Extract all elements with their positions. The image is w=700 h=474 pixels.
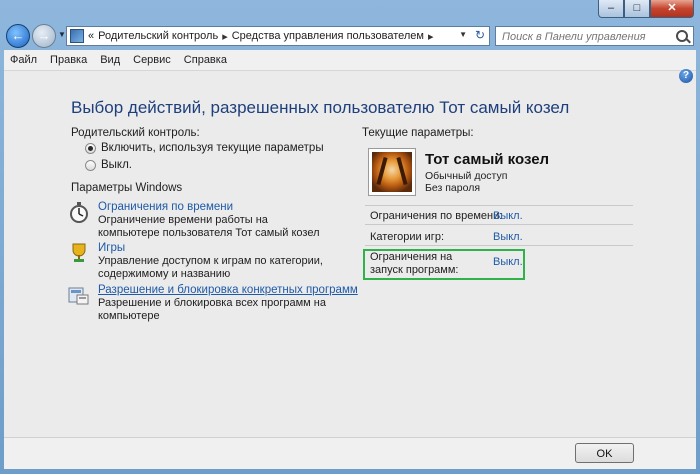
address-dropdown-icon[interactable]: ▼ <box>459 30 467 39</box>
menu-help[interactable]: Справка <box>178 54 234 66</box>
time-limits-description: Ограничение времени работы на компьютере… <box>98 214 320 239</box>
navigation-bar: ← → ▼ « Родительский контроль ▸ Средства… <box>0 22 700 50</box>
recent-pages-dropdown-icon[interactable]: ▼ <box>58 30 66 39</box>
radio-off-row[interactable]: Выкл. <box>85 159 132 171</box>
content-pane: ? Выбор действий, разрешенных пользовате… <box>4 69 696 469</box>
program-limits-highlight <box>363 249 525 280</box>
programs-description: Разрешение и блокировка всех программ на… <box>98 297 326 322</box>
help-icon[interactable]: ? <box>679 69 693 83</box>
ok-button[interactable]: OK <box>575 443 634 463</box>
avatar <box>368 148 416 196</box>
divider <box>365 205 633 206</box>
divider <box>365 224 633 225</box>
close-button[interactable]: ✕ <box>650 0 694 18</box>
menu-tools[interactable]: Сервис <box>127 54 178 66</box>
programs-icon <box>68 287 89 305</box>
maximize-button[interactable]: □ <box>624 0 650 18</box>
refresh-icon[interactable]: ↻ <box>475 28 485 42</box>
current-settings-label: Текущие параметры: <box>362 127 474 139</box>
radio-off-label[interactable]: Выкл. <box>101 159 132 171</box>
radio-enable-row[interactable]: Включить, используя текущие параметры <box>85 142 324 154</box>
search-box[interactable] <box>495 26 694 46</box>
windows-settings-label: Параметры Windows <box>71 182 183 194</box>
breadcrumb-item-parental-controls[interactable]: Родительский контроль <box>98 30 218 42</box>
user-name: Тот самый козел <box>425 151 550 168</box>
status-time-limits-label: Ограничения по времени: <box>370 210 503 222</box>
radio-enable-label[interactable]: Включить, используя текущие параметры <box>101 142 324 154</box>
menu-edit[interactable]: Правка <box>44 54 94 66</box>
control-panel-icon <box>70 29 84 43</box>
breadcrumb-item-user-controls[interactable]: Средства управления пользователем <box>232 30 424 42</box>
window: – □ ✕ ← → ▼ « Родительский контроль ▸ Ср… <box>0 0 700 474</box>
menu-view[interactable]: Вид <box>94 54 127 66</box>
password-status: Без пароля <box>425 182 481 194</box>
games-trophy-icon <box>72 243 86 262</box>
address-bar[interactable]: « Родительский контроль ▸ Средства управ… <box>66 26 490 46</box>
status-game-ratings-value: Выкл. <box>493 231 523 243</box>
account-type: Обычный доступ <box>425 170 508 182</box>
bottom-bar: OK <box>4 437 696 469</box>
search-input[interactable] <box>500 28 674 46</box>
divider <box>365 245 633 246</box>
page-title: Выбор действий, разрешенных пользователю… <box>71 98 570 117</box>
stopwatch-icon <box>70 202 88 223</box>
games-link[interactable]: Игры <box>98 242 125 254</box>
programs-link[interactable]: Разрешение и блокировка конкретных прогр… <box>98 284 358 296</box>
time-limits-link[interactable]: Ограничения по времени <box>98 201 233 213</box>
minimize-button[interactable]: – <box>598 0 624 18</box>
breadcrumb-chevron-icon[interactable]: ▸ <box>428 30 434 43</box>
tiger-picture <box>372 152 412 192</box>
search-icon[interactable] <box>676 30 688 42</box>
radio-enable[interactable] <box>85 142 96 154</box>
forward-button[interactable]: → <box>32 24 56 48</box>
games-description: Управление доступом к играм по категории… <box>98 255 323 280</box>
title-bar: – □ ✕ <box>0 0 700 22</box>
status-game-ratings-label: Категории игр: <box>370 231 444 243</box>
menu-bar: Файл Правка Вид Сервис Справка <box>4 50 696 71</box>
parental-controls-label: Родительский контроль: <box>71 127 200 139</box>
radio-off[interactable] <box>85 159 96 171</box>
status-time-limits-value: Выкл. <box>493 210 523 222</box>
window-controls: – □ ✕ <box>598 0 694 18</box>
breadcrumb-prefix[interactable]: « <box>88 30 94 42</box>
menu-file[interactable]: Файл <box>4 54 44 66</box>
breadcrumb-chevron-icon[interactable]: ▸ <box>222 30 228 43</box>
back-button[interactable]: ← <box>6 24 30 48</box>
